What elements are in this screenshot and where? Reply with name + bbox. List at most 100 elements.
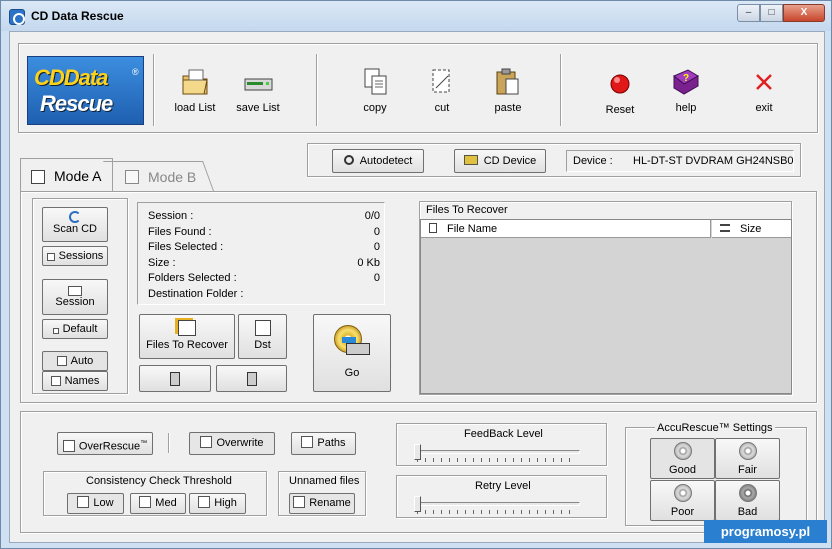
file-list-view[interactable]: File Name Size xyxy=(420,219,792,394)
paths-label: Paths xyxy=(317,437,346,449)
good-label: Good xyxy=(669,464,696,476)
names-toggle[interactable]: Names xyxy=(42,371,108,391)
close-button[interactable]: X xyxy=(783,4,825,22)
default-button[interactable]: Default xyxy=(42,319,108,339)
save-list-button[interactable]: save List xyxy=(232,66,284,114)
minimize-button[interactable]: – xyxy=(737,4,760,22)
exit-label: exit xyxy=(755,102,773,114)
retry-slider[interactable] xyxy=(414,496,421,512)
cd-device-label: CD Device xyxy=(483,155,537,167)
stat-label: Files Selected : xyxy=(148,241,224,253)
title-bar: CD Data Rescue – □ X xyxy=(1,1,831,31)
paste-button[interactable]: paste xyxy=(486,66,530,114)
high-option[interactable]: High xyxy=(189,493,246,514)
retry-ticks xyxy=(417,510,577,514)
stat-row: Files Selected : 0 xyxy=(148,241,380,255)
cut-button[interactable]: cut xyxy=(422,66,462,114)
stat-label: Folders Selected : xyxy=(148,272,237,284)
destination-icon xyxy=(254,320,271,336)
document-icon xyxy=(31,170,45,184)
bad-disc-icon xyxy=(739,484,757,502)
session-label: Session xyxy=(55,296,95,308)
cd-device-button[interactable]: CD Device xyxy=(454,149,546,173)
fair-disc-icon xyxy=(739,442,757,460)
dst-button[interactable]: Dst xyxy=(238,314,287,359)
size-column-label: Size xyxy=(740,223,762,235)
autodetect-label: Autodetect xyxy=(359,155,413,167)
scan-cd-label: Scan CD xyxy=(52,223,98,235)
bad-label: Bad xyxy=(737,506,758,518)
trash-icon xyxy=(246,372,257,386)
fair-option[interactable]: Fair xyxy=(715,438,780,479)
overwrite-toggle[interactable]: Overwrite xyxy=(189,432,275,455)
help-button[interactable]: ? help xyxy=(666,66,706,114)
poor-label: Poor xyxy=(670,506,695,518)
sessions-button[interactable]: Sessions xyxy=(42,246,108,266)
device-value: HL-DT-ST DVDRAM GH24NSB0 xyxy=(633,155,794,167)
file-icon xyxy=(429,223,437,233)
go-button[interactable]: Go xyxy=(313,314,391,392)
clear-dst-button[interactable] xyxy=(216,365,287,392)
copy-button[interactable]: copy xyxy=(353,66,397,114)
tab-mode-b[interactable]: Mode B xyxy=(114,161,210,191)
load-list-button[interactable]: load List xyxy=(170,66,220,114)
files-select-icon xyxy=(178,320,196,336)
session-button[interactable]: Session xyxy=(42,279,108,315)
low-option[interactable]: Low xyxy=(67,493,124,514)
size-column-header[interactable]: Size xyxy=(712,220,791,238)
paste-label: paste xyxy=(494,102,522,114)
paste-icon xyxy=(492,66,524,98)
stat-row: Files Found : 0 xyxy=(148,226,380,240)
settings-separator xyxy=(168,433,170,453)
files-to-recover-title: Files To Recover xyxy=(426,204,508,216)
reset-button[interactable]: Reset xyxy=(598,68,642,116)
stat-label: Session : xyxy=(148,210,194,222)
file-name-column-header[interactable]: File Name xyxy=(421,220,711,238)
paths-toggle[interactable]: Paths xyxy=(291,432,356,455)
retry-title: Retry Level xyxy=(475,480,531,492)
names-icon xyxy=(50,376,61,386)
auto-toggle[interactable]: Auto xyxy=(42,351,108,371)
copy-icon xyxy=(359,66,391,98)
files-to-recover-label: Files To Recover xyxy=(146,339,228,351)
cd-go-icon xyxy=(334,325,370,361)
save-list-label: save List xyxy=(236,102,280,114)
rename-toggle[interactable]: Rename xyxy=(289,493,355,514)
poor-option[interactable]: Poor xyxy=(650,480,715,521)
app-window: CD Data Rescue – □ X CDData ® Rescue loa… xyxy=(0,0,832,549)
maximize-button[interactable]: □ xyxy=(760,4,783,22)
good-disc-icon xyxy=(674,442,692,460)
trash-icon xyxy=(170,372,180,386)
exit-x-icon xyxy=(748,66,780,98)
good-option[interactable]: Good xyxy=(650,438,715,479)
default-label: Default xyxy=(62,323,98,335)
med-icon xyxy=(139,496,152,508)
low-icon xyxy=(77,496,90,508)
logo-registered-mark: ® xyxy=(132,67,139,77)
copy-label: copy xyxy=(363,102,387,114)
high-icon xyxy=(198,496,211,508)
sessions-label: Sessions xyxy=(58,250,104,262)
client-area: CDData ® Rescue load List save List copy… xyxy=(9,31,825,543)
feedback-slider[interactable] xyxy=(414,444,421,460)
med-option[interactable]: Med xyxy=(130,493,186,514)
search-icon xyxy=(343,155,354,165)
remove-files-button[interactable] xyxy=(139,365,211,392)
feedback-track xyxy=(414,450,580,454)
load-list-label: load List xyxy=(174,102,216,114)
scan-cd-button[interactable]: Scan CD xyxy=(42,207,108,242)
reset-label: Reset xyxy=(605,104,635,116)
feedback-ticks xyxy=(417,458,577,462)
bad-option[interactable]: Bad xyxy=(715,480,780,521)
auto-icon xyxy=(56,356,67,366)
files-to-recover-button[interactable]: Files To Recover xyxy=(139,314,235,359)
names-label: Names xyxy=(64,375,100,387)
file-name-column-label: File Name xyxy=(447,223,498,235)
autodetect-button[interactable]: Autodetect xyxy=(332,149,424,173)
stat-row: Session : 0/0 xyxy=(148,210,380,224)
exit-button[interactable]: exit xyxy=(746,66,782,114)
tab-mode-a[interactable]: Mode A xyxy=(20,158,113,192)
overrescue-button[interactable]: OverRescue™ xyxy=(57,432,153,455)
stat-value: 0 xyxy=(373,225,380,238)
drive-icon xyxy=(242,66,274,98)
